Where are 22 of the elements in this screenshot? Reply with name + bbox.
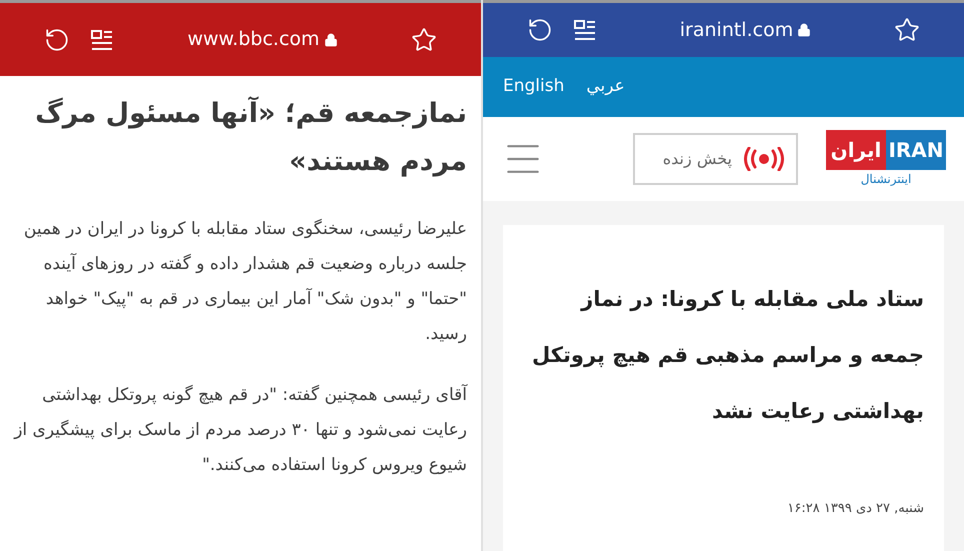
language-link[interactable]: عربي [586,74,625,100]
live-stream-button[interactable]: پخش زنده [633,133,798,185]
logo-persian-text: ایران [826,130,886,170]
reload-icon[interactable] [527,17,553,43]
reader-mode-icon[interactable] [573,19,597,41]
article-paragraph: آقای رئیسی همچنین گفته: "در قم هیچ گونه پروتکل بهداشتی رعایت نمی‌شود و تنها ۳۰ درصد مردم از ماسک برای پیشگیری از شیوع ویروس کرونا استفاده می‌کنند." [14,383,467,477]
bookmark-star-icon[interactable] [411,26,437,52]
article-headline: نمازجمعه قم؛ «آنها مسئول مرگ مردم هستند» [34,96,467,179]
language-link[interactable]: English [503,74,564,100]
url-text[interactable]: iranintl.com [680,16,794,44]
reload-icon[interactable] [44,26,70,52]
logo-latin-text: IRAN [886,130,946,170]
bookmark-star-icon[interactable] [894,17,920,43]
url-text[interactable]: www.bbc.com [187,25,320,54]
article-paragraph: علیرضا رئیسی، سخنگوی ستاد مقابله با کرونا در ایران در همین جلسه درباره وضعیت قم هشدار داده و گفته در روزهای آینده "حتما" و "بدون شک" آمار این بیماری در قم به "پیک" خواهد رسید. [22,218,467,346]
article-date: شنبه, ۲۷ دی ۱۳۹۹ ۱۶:۲۸ [786,500,924,518]
article-headline: ستاد ملی مقابله با کرونا: در نماز جمعه و مراسم مذهبی قم هیچ پروتکل بهداشتی رعایت نشد [531,286,924,426]
live-broadcast-icon [744,147,784,171]
reader-mode-icon[interactable] [90,28,114,50]
lock-icon [324,32,338,46]
logo-subtitle: اینترنشنال [860,171,912,188]
lock-icon [797,23,812,37]
